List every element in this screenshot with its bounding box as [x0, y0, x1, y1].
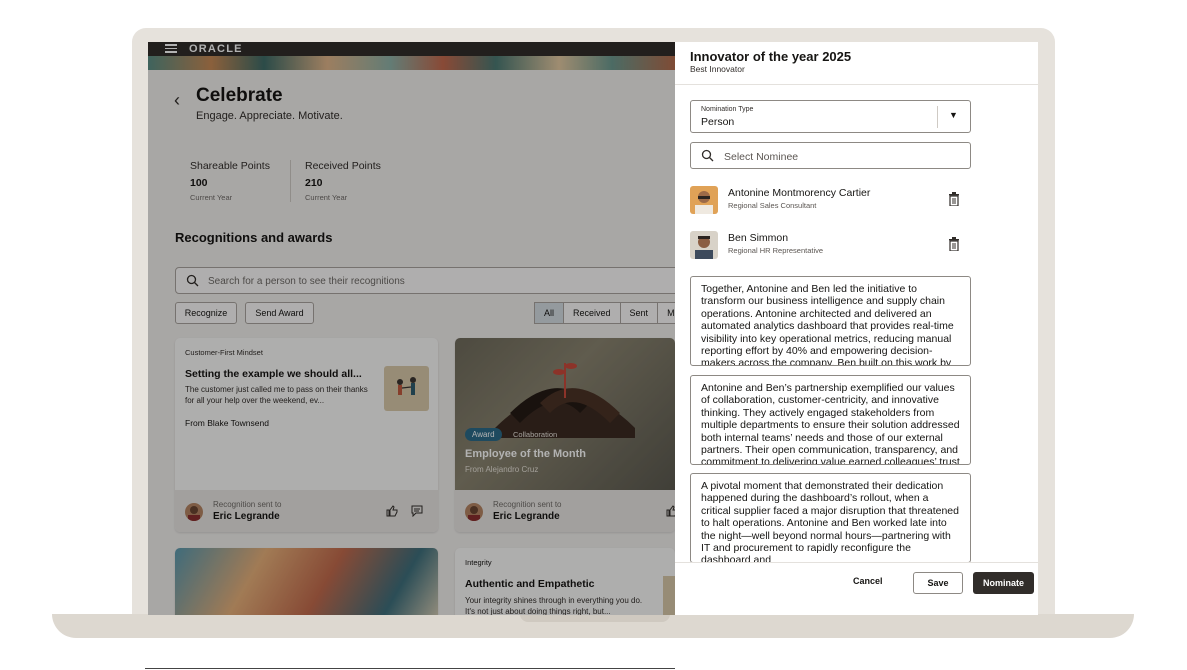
divider [675, 84, 1038, 85]
nominee-search-input[interactable]: Select Nominee [690, 142, 971, 169]
nominee-item: Ben Simmon Regional HR Representative [690, 231, 971, 261]
save-button[interactable]: Save [913, 572, 963, 594]
search-placeholder: Select Nominee [724, 151, 799, 163]
nominee-name: Antonine Montmorency Cartier [728, 187, 871, 199]
nominee-role: Regional Sales Consultant [728, 201, 817, 210]
laptop-notch [520, 614, 670, 622]
divider [145, 668, 675, 669]
nominee-name: Ben Simmon [728, 232, 789, 244]
nomination-text-area[interactable]: Together, Antonine and Ben led the initi… [690, 276, 971, 366]
nominate-button[interactable]: Nominate [973, 572, 1034, 594]
nominee-item: Antonine Montmorency Cartier Regional Sa… [690, 186, 971, 216]
nomination-text-area[interactable]: A pivotal moment that demonstrated their… [690, 473, 971, 563]
drawer-title: Innovator of the year 2025 [690, 49, 852, 64]
modal-overlay[interactable] [148, 42, 675, 615]
drawer-subtitle: Best Innovator [690, 64, 745, 74]
select-label: Nomination Type [701, 106, 754, 113]
nomination-type-select[interactable]: Nomination Type Person ▼ [690, 100, 971, 133]
nomination-drawer: Innovator of the year 2025 Best Innovato… [675, 42, 1038, 615]
avatar [690, 186, 718, 214]
search-icon [701, 149, 714, 162]
trash-icon[interactable] [948, 192, 960, 206]
caret-down-icon[interactable]: ▼ [949, 110, 958, 120]
divider [675, 562, 1038, 563]
avatar [690, 231, 718, 259]
divider [937, 106, 938, 128]
select-value: Person [701, 116, 735, 128]
screen: ORACLE ‹ Celebrate Engage. Appreciate. M… [148, 42, 1038, 615]
nominee-role: Regional HR Representative [728, 246, 824, 255]
trash-icon[interactable] [948, 237, 960, 251]
nomination-text-area[interactable]: Antonine and Ben’s partnership exemplifi… [690, 375, 971, 465]
cancel-button[interactable]: Cancel [853, 576, 883, 586]
